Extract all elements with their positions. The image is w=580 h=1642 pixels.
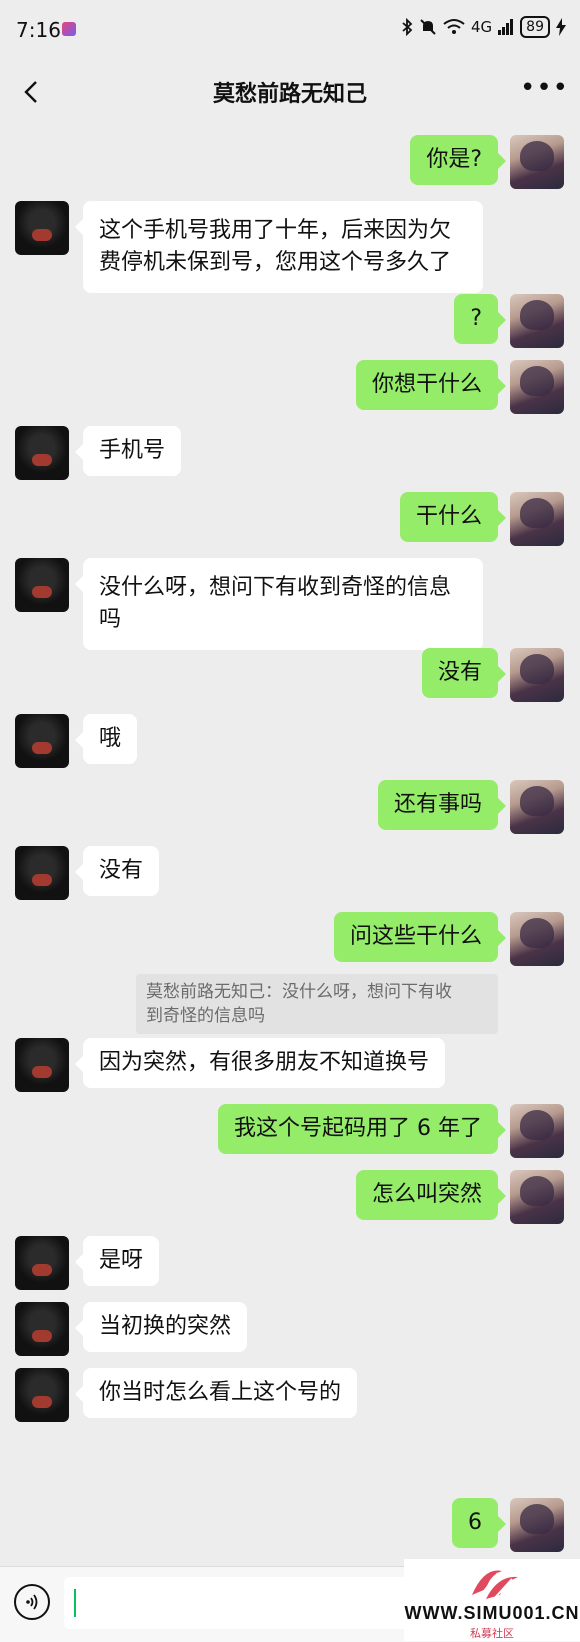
contact-avatar[interactable] bbox=[15, 1038, 69, 1092]
my-avatar[interactable] bbox=[510, 360, 564, 414]
status-bar: 7:16 4G 89 bbox=[0, 0, 580, 64]
contact-avatar[interactable] bbox=[15, 846, 69, 900]
message-list[interactable]: 你是? 这个手机号我用了十年，后来因为欠 费停机未保到号，您用这个号多久了 ? … bbox=[0, 120, 580, 1566]
incoming-message[interactable]: 没有 bbox=[74, 846, 160, 896]
my-avatar[interactable] bbox=[510, 912, 564, 966]
incoming-message[interactable]: 没什么呀，想问下有收到奇怪的信息 吗 bbox=[75, 558, 483, 650]
signal-icon bbox=[498, 19, 514, 35]
more-options-button[interactable]: ••• bbox=[520, 74, 568, 110]
contact-avatar[interactable] bbox=[15, 1236, 69, 1290]
network-type: 4G bbox=[471, 18, 493, 36]
outgoing-message[interactable]: 没有 bbox=[421, 648, 507, 698]
my-avatar[interactable] bbox=[510, 780, 564, 834]
outgoing-message[interactable]: 还有事吗 bbox=[377, 780, 507, 830]
contact-avatar[interactable] bbox=[15, 558, 69, 612]
text-cursor bbox=[74, 1589, 76, 1617]
contact-avatar[interactable] bbox=[15, 1368, 69, 1422]
my-avatar[interactable] bbox=[510, 294, 564, 348]
watermark: WWW.SIMU001.CN 私募社区 bbox=[404, 1559, 580, 1641]
my-avatar[interactable] bbox=[510, 135, 564, 189]
my-avatar[interactable] bbox=[510, 492, 564, 546]
outgoing-message[interactable]: 我这个号起码用了 6 年了 bbox=[218, 1104, 506, 1154]
outgoing-message[interactable]: 怎么叫突然 bbox=[355, 1170, 507, 1220]
contact-avatar[interactable] bbox=[15, 201, 69, 255]
quoted-message[interactable]: 莫愁前路无知己：没什么呀，想问下有收 到奇怪的信息吗 bbox=[136, 974, 498, 1034]
incoming-message[interactable]: 你当时怎么看上这个号的 bbox=[74, 1368, 358, 1418]
status-time: 7:16 bbox=[16, 18, 61, 42]
charging-icon bbox=[556, 18, 566, 36]
incoming-message[interactable]: 当初换的突然 bbox=[74, 1302, 248, 1352]
voice-input-button[interactable] bbox=[14, 1584, 50, 1620]
status-icons: 4G 89 bbox=[401, 16, 566, 38]
outgoing-message[interactable]: 你想干什么 bbox=[355, 360, 507, 410]
incoming-message[interactable]: 哦 bbox=[74, 714, 138, 764]
my-avatar[interactable] bbox=[510, 1498, 564, 1552]
watermark-text: WWW.SIMU001.CN bbox=[404, 1603, 580, 1623]
voice-icon bbox=[26, 1594, 38, 1610]
outgoing-message[interactable]: 干什么 bbox=[399, 492, 507, 542]
outgoing-message[interactable]: ? bbox=[454, 294, 506, 344]
outgoing-message[interactable]: 问这些干什么 bbox=[333, 912, 507, 962]
watermark-subtext: 私募社区 bbox=[470, 1627, 514, 1640]
incoming-message[interactable]: 是呀 bbox=[74, 1236, 160, 1286]
bluetooth-icon bbox=[402, 18, 413, 36]
more-icon: ••• bbox=[520, 73, 570, 103]
chat-header: 莫愁前路无知己 ••• bbox=[0, 64, 580, 120]
my-avatar[interactable] bbox=[510, 648, 564, 702]
contact-avatar[interactable] bbox=[15, 714, 69, 768]
battery-level: 89 bbox=[520, 16, 550, 38]
contact-avatar[interactable] bbox=[15, 1302, 69, 1356]
outgoing-message[interactable]: 6 bbox=[452, 1498, 506, 1548]
app-notification-icon bbox=[62, 22, 76, 36]
mute-bell-icon bbox=[420, 19, 436, 35]
wifi-icon bbox=[443, 19, 465, 34]
my-avatar[interactable] bbox=[510, 1170, 564, 1224]
chat-title: 莫愁前路无知己 bbox=[212, 82, 367, 107]
outgoing-message[interactable]: 你是? bbox=[410, 135, 506, 185]
incoming-message[interactable]: 这个手机号我用了十年，后来因为欠 费停机未保到号，您用这个号多久了 bbox=[75, 201, 483, 293]
incoming-message[interactable]: 手机号 bbox=[74, 426, 182, 476]
my-avatar[interactable] bbox=[510, 1104, 564, 1158]
incoming-message[interactable]: 因为突然，有很多朋友不知道换号 bbox=[74, 1038, 446, 1088]
watermark-logo-icon bbox=[472, 1570, 518, 1602]
contact-avatar[interactable] bbox=[15, 426, 69, 480]
